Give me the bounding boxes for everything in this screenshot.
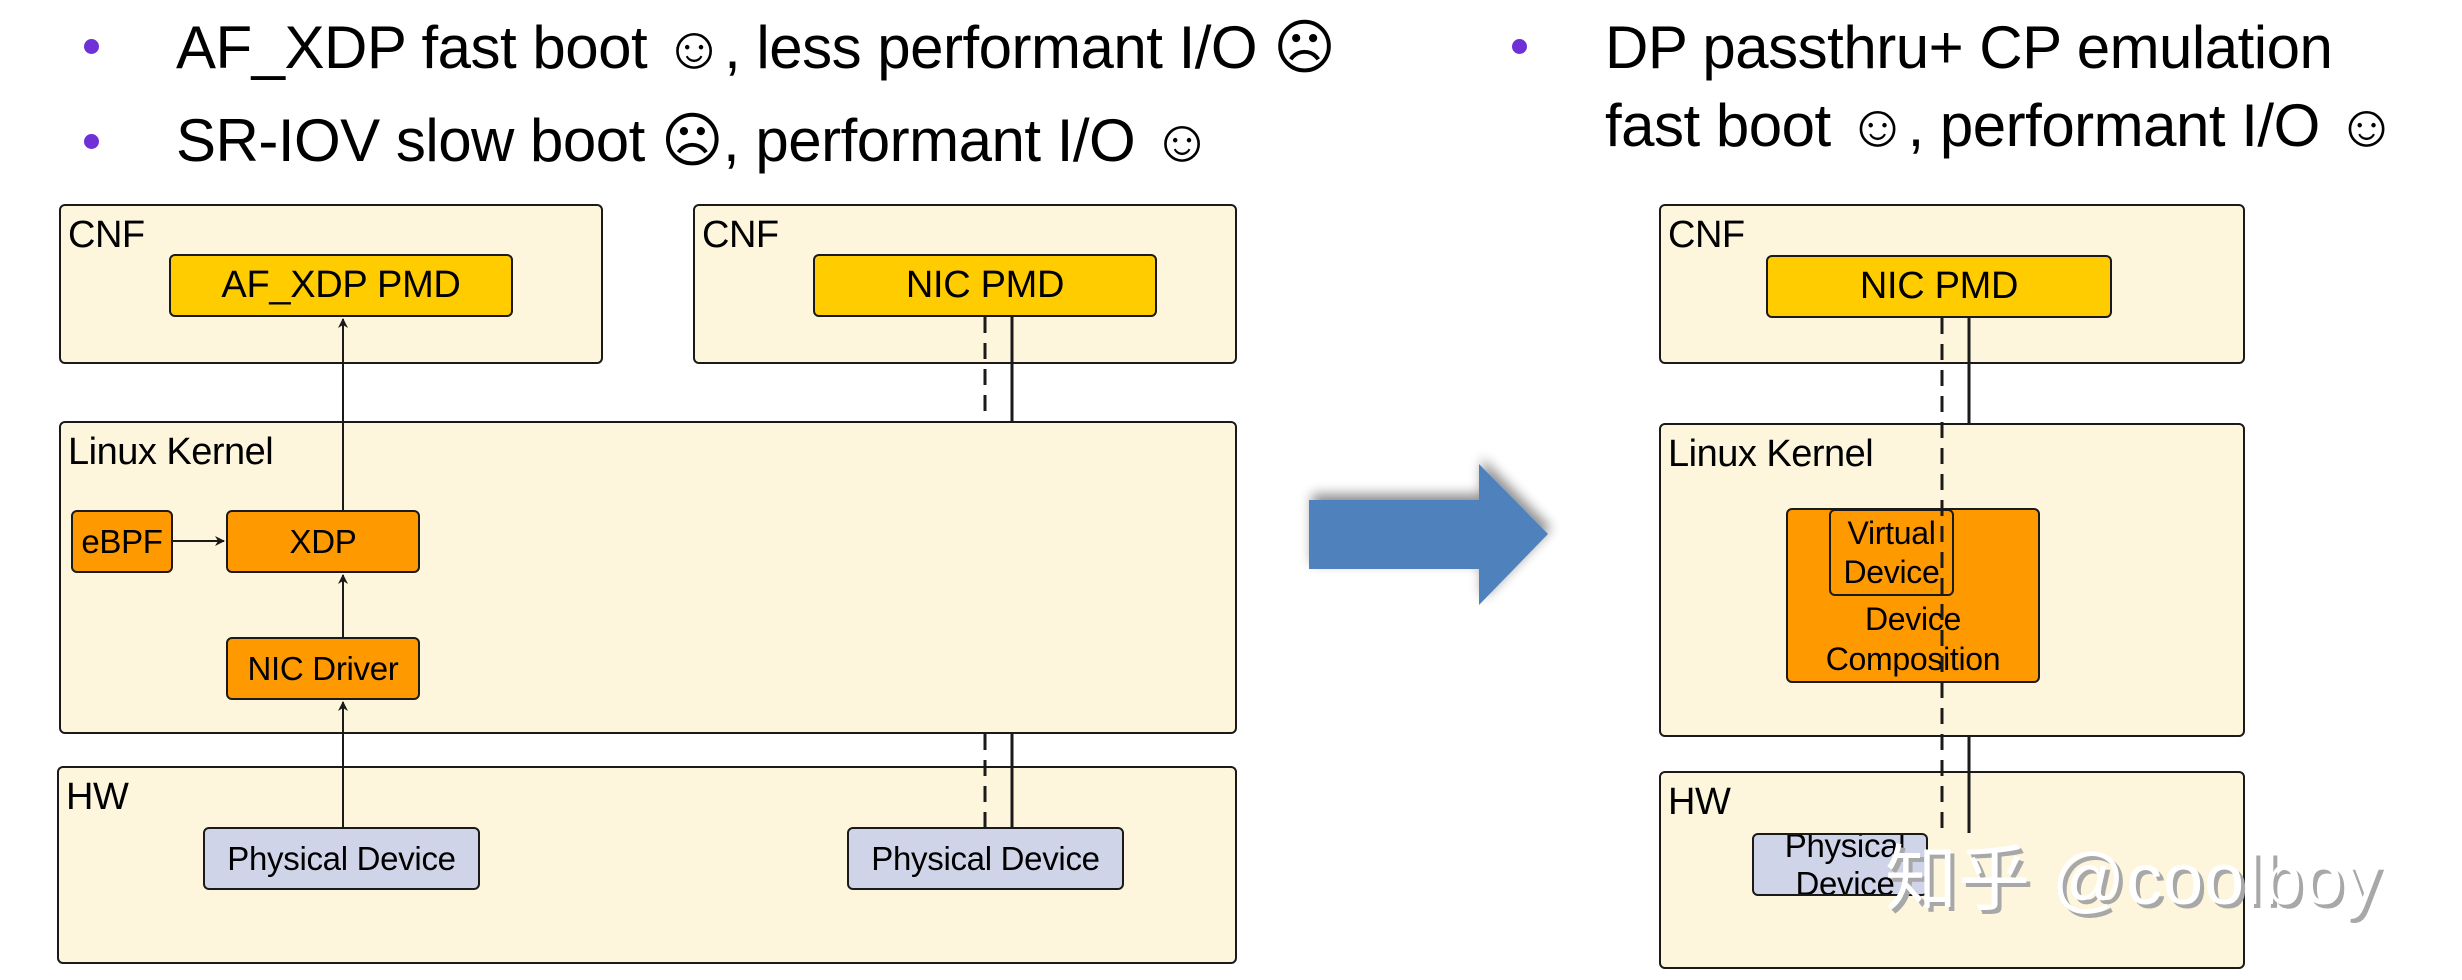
watermark: 知乎 @coolboy (1885, 840, 2382, 920)
transition-arrow-icon (1309, 464, 1548, 605)
